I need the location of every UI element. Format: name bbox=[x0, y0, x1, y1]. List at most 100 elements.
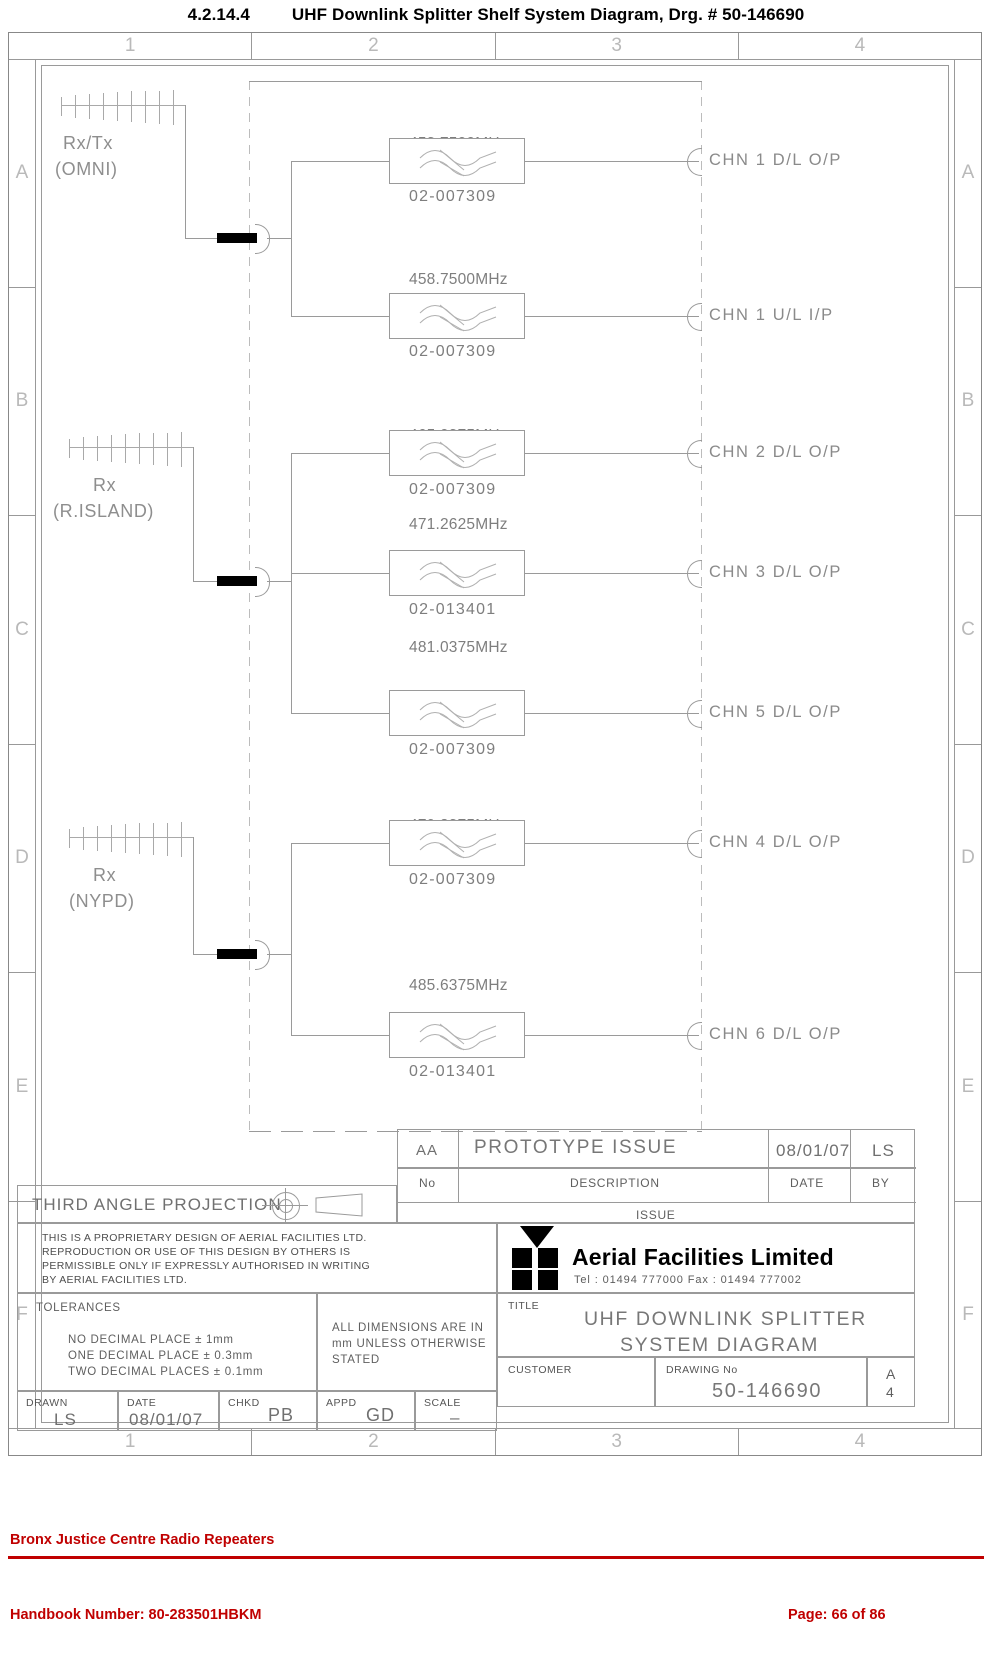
filter-wave-icon bbox=[419, 1023, 497, 1051]
filter-part-number: 02-007309 bbox=[409, 871, 497, 888]
tolerance-line-3: TWO DECIMAL PLACES ± 0.1mm bbox=[68, 1366, 264, 1378]
projection-axis-v bbox=[285, 1188, 286, 1222]
footer-handbook-number: Handbook Number: 80-283501HBKM bbox=[10, 1607, 262, 1623]
proprietary-notice-block: THIS IS A PROPRIETARY DESIGN OF AERIAL F… bbox=[17, 1223, 497, 1293]
company-contact: Tel : 01494 777000 Fax : 01494 777002 bbox=[574, 1274, 802, 1286]
tolerances-block: TOLERANCES NO DECIMAL PLACE ± 1mm ONE DE… bbox=[17, 1293, 317, 1391]
logo-square-icon bbox=[538, 1248, 558, 1268]
issue-table: AA PROTOTYPE ISSUE 08/01/07 LS No DESCRI… bbox=[397, 1129, 916, 1223]
filter-wave-icon bbox=[419, 561, 497, 589]
issue-description-value: PROTOTYPE ISSUE bbox=[474, 1137, 678, 1158]
issue-col-divider-2 bbox=[768, 1130, 769, 1202]
tolerance-line-2: ONE DECIMAL PLACE ± 0.3mm bbox=[68, 1350, 254, 1362]
sheet-column-numbers-bottom: 1 2 3 4 bbox=[9, 1428, 981, 1455]
row-marker: B bbox=[9, 288, 35, 516]
sheet-size-block: A 4 bbox=[867, 1357, 915, 1407]
dimensions-note-line-3: STATED bbox=[332, 1354, 380, 1366]
chkd-value: PB bbox=[268, 1405, 295, 1425]
antenna-symbol-risland bbox=[69, 432, 193, 475]
row-marker: D bbox=[955, 745, 981, 973]
footer-page-number: Page: 66 of 86 bbox=[788, 1607, 886, 1623]
scale-value: – bbox=[450, 1408, 461, 1427]
splitter-nypd-out-riser bbox=[291, 843, 292, 1035]
column-marker: 2 bbox=[252, 1429, 496, 1455]
date-value: 08/01/07 bbox=[129, 1410, 204, 1429]
splitter-nypd-out-trunk bbox=[267, 954, 291, 955]
page-title: 4.2.14.4 UHF Downlink Splitter Shelf Sys… bbox=[0, 0, 992, 30]
column-marker: 3 bbox=[496, 1429, 739, 1455]
row-marker: B bbox=[955, 288, 981, 516]
title-label: TITLE bbox=[508, 1300, 540, 1312]
scale-block: SCALE – bbox=[415, 1391, 497, 1431]
drawing-no-value: 50-146690 bbox=[712, 1380, 823, 1402]
column-marker: 1 bbox=[9, 1429, 253, 1455]
row-marker: E bbox=[9, 973, 35, 1202]
antenna-label-omni-line2: (OMNI) bbox=[55, 159, 118, 179]
logo-square-icon bbox=[512, 1248, 532, 1268]
feed-to-filter-4 bbox=[291, 573, 389, 574]
filter-7-output-line bbox=[525, 1035, 699, 1036]
filter-2-output-line bbox=[525, 316, 699, 317]
drawing-sheet: 1 2 3 4 1 2 3 4 A B C D E F A B C D E F bbox=[8, 32, 982, 1456]
filter-3-output-line bbox=[525, 453, 699, 454]
feeder-nypd-vertical bbox=[193, 837, 194, 954]
shelf-boundary-dashed-right bbox=[701, 81, 702, 1131]
bandpass-filter-box bbox=[389, 430, 525, 476]
projection-circle-inner-icon bbox=[279, 1199, 293, 1213]
splitter-omni-out-trunk bbox=[267, 238, 291, 239]
issue-section-divider bbox=[398, 1202, 916, 1203]
drawn-value: LS bbox=[54, 1410, 77, 1429]
filter-wave-icon bbox=[419, 831, 497, 859]
shelf-boundary-top bbox=[249, 81, 702, 82]
footer-site-name: Bronx Justice Centre Radio Repeaters bbox=[10, 1532, 275, 1548]
antenna-label-nypd-line1: Rx bbox=[93, 865, 117, 885]
row-marker: A bbox=[955, 59, 981, 288]
splitter-risland-out-riser bbox=[291, 453, 292, 713]
sheet-row-letters-right: A B C D E F bbox=[954, 59, 981, 1429]
drawing-no-block: DRAWING No 50-146690 bbox=[655, 1357, 867, 1407]
filter-part-number: 02-007309 bbox=[409, 741, 497, 758]
channel-output-label: CHN 4 D/L O/P bbox=[709, 833, 842, 851]
projection-cone-icon bbox=[315, 1193, 363, 1217]
issue-section-label: ISSUE bbox=[636, 1208, 676, 1222]
feed-to-filter-7 bbox=[291, 1035, 389, 1036]
company-logo-block: Aerial Facilities Limited Tel : 01494 77… bbox=[497, 1223, 915, 1293]
row-marker: C bbox=[955, 516, 981, 745]
filter-4-output-line bbox=[525, 573, 699, 574]
feed-to-filter-5 bbox=[291, 713, 389, 714]
sheet-size-letter: A bbox=[886, 1366, 897, 1382]
chkd-label: CHKD bbox=[228, 1397, 260, 1409]
feeder-risland-horizontal bbox=[193, 581, 219, 582]
antenna-label-risland-line2: (R.ISLAND) bbox=[53, 501, 155, 521]
filter-5-output-line bbox=[525, 713, 699, 714]
row-marker: A bbox=[9, 59, 35, 288]
filter-part-number: 02-007309 bbox=[409, 188, 497, 205]
proprietary-line-2: REPRODUCTION OR USE OF THIS DESIGN BY OT… bbox=[42, 1246, 351, 1258]
filter-frequency: 471.2625MHz bbox=[409, 516, 508, 533]
issue-header-no: No bbox=[419, 1176, 436, 1190]
channel-output-label: CHN 1 U/L I/P bbox=[709, 306, 834, 324]
column-marker: 4 bbox=[854, 35, 866, 56]
filter-part-number: 02-007309 bbox=[409, 481, 497, 498]
bandpass-filter-box bbox=[389, 293, 525, 339]
drawing-title-line-1: UHF DOWNLINK SPLITTER bbox=[584, 1308, 867, 1330]
customer-label: CUSTOMER bbox=[508, 1364, 572, 1376]
bandpass-filter-box bbox=[389, 820, 525, 866]
channel-output-label: CHN 1 D/L O/P bbox=[709, 151, 842, 169]
splitter-risland-out-trunk bbox=[267, 581, 291, 582]
date-block: DATE 08/01/07 bbox=[118, 1391, 219, 1431]
date-label: DATE bbox=[127, 1397, 157, 1409]
drawing-title-line-2: SYSTEM DIAGRAM bbox=[620, 1334, 820, 1356]
proprietary-line-1: THIS IS A PROPRIETARY DESIGN OF AERIAL F… bbox=[42, 1232, 367, 1244]
filter-wave-icon bbox=[419, 441, 497, 469]
feed-to-filter-1 bbox=[291, 161, 389, 162]
issue-header-divider bbox=[398, 1168, 916, 1169]
filter-wave-icon bbox=[419, 701, 497, 729]
feed-to-filter-2 bbox=[291, 316, 389, 317]
logo-triangle-icon bbox=[520, 1226, 554, 1248]
issue-by-value: LS bbox=[872, 1141, 895, 1160]
antenna-label-risland-line1: Rx bbox=[93, 475, 117, 495]
bandpass-filter-box bbox=[389, 138, 525, 184]
company-name: Aerial Facilities Limited bbox=[572, 1244, 834, 1270]
issue-header-date: DATE bbox=[790, 1176, 824, 1190]
